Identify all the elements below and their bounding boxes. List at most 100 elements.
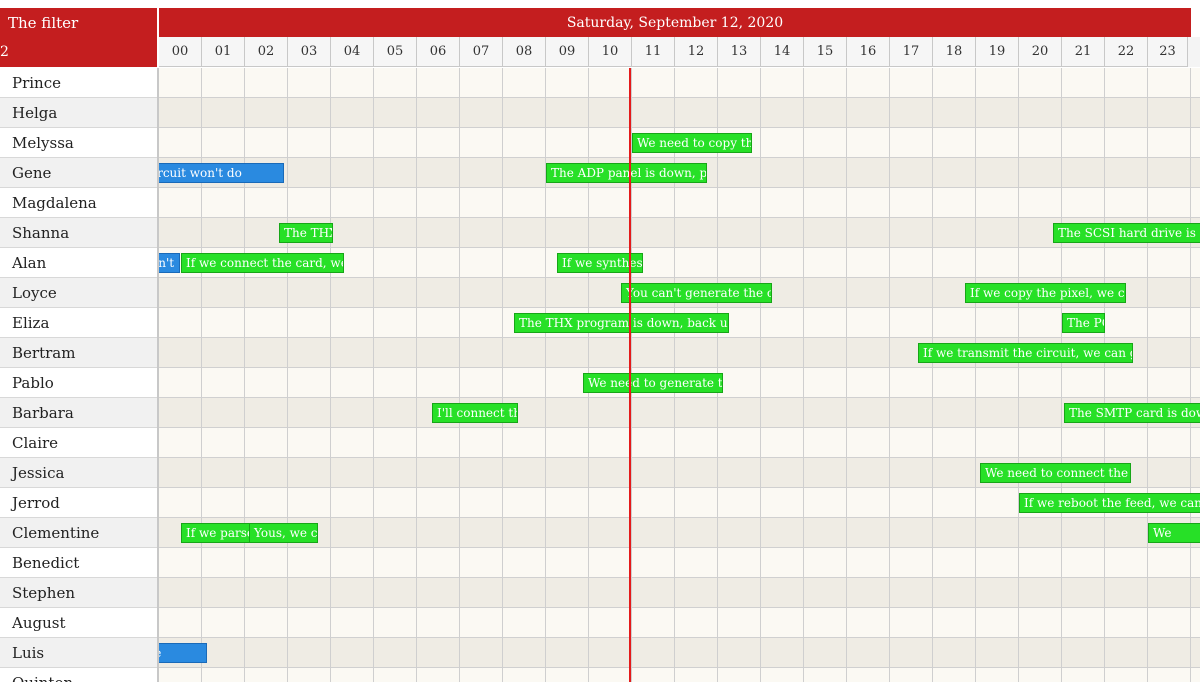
hour-gridline [932, 68, 933, 682]
timeline-row[interactable] [159, 668, 1200, 682]
resource-row[interactable]: Eliza [0, 308, 157, 338]
filter-label: The filter [8, 14, 79, 32]
event-block[interactable]: The SCSI hard drive is down [1053, 223, 1200, 243]
resource-row[interactable]: Claire [0, 428, 157, 458]
hour-header-cell: 01 [202, 37, 245, 67]
event-block[interactable]: We need to copy the [632, 133, 752, 153]
hour-header-cell: 18 [933, 37, 976, 67]
resource-row[interactable]: Magdalena [0, 188, 157, 218]
hour-header-cell: 06 [417, 37, 460, 67]
hour-gridline [803, 68, 804, 682]
resource-row[interactable]: Loyce [0, 278, 157, 308]
hour-header-cell: 08 [503, 37, 546, 67]
hour-header-cell: 16 [847, 37, 890, 67]
hour-header-cell: 03 [288, 37, 331, 67]
resource-row[interactable]: Clementine [0, 518, 157, 548]
hour-gridline [889, 68, 890, 682]
current-time-indicator [629, 68, 631, 682]
resource-row[interactable]: Jessica [0, 458, 157, 488]
timeline-row[interactable] [159, 98, 1200, 128]
resource-row[interactable]: Pablo [0, 368, 157, 398]
hour-header-cell: 20 [1019, 37, 1062, 67]
event-block[interactable]: The THX program is down, back up the [514, 313, 729, 333]
hour-gridline [760, 68, 761, 682]
resource-row[interactable]: August [0, 608, 157, 638]
hour-header-cell: 21 [1062, 37, 1105, 67]
event-block[interactable]: I'll connect the [432, 403, 518, 423]
date-header: Saturday, September 12, 2020 [159, 8, 1191, 37]
event-block[interactable]: If we reboot the feed, we can get to [1019, 493, 1200, 513]
event-block[interactable]: The PCI [1062, 313, 1105, 333]
resource-row[interactable]: Melyssa [0, 128, 157, 158]
hour-header-cell: 04 [331, 37, 374, 67]
event-block[interactable]: Yous, we can [249, 523, 318, 543]
resource-row[interactable]: Alan [0, 248, 157, 278]
resource-row[interactable]: Helga [0, 98, 157, 128]
event-block[interactable]: We need to connect the [980, 463, 1131, 483]
timeline-row[interactable] [159, 428, 1200, 458]
resource-row[interactable]: Gene [0, 158, 157, 188]
hour-header-cell: 07 [460, 37, 503, 67]
event-block[interactable]: ing the circuit won't do [159, 163, 284, 183]
hours-header: 00 01 02 03 04 05 06 07 08 09 10 11 12 13 14 15 16 17 18 19… [159, 37, 1200, 67]
hour-gridline [975, 68, 976, 682]
timeline-row[interactable] [159, 638, 1200, 668]
hour-gridline [416, 68, 417, 682]
resource-row[interactable]: Stephen [0, 578, 157, 608]
event-block[interactable]: If we connect the card, we can se [181, 253, 344, 273]
timeline-row[interactable] [159, 608, 1200, 638]
event-block[interactable]: We need to generate the [583, 373, 723, 393]
hour-header-cell: 10 [589, 37, 632, 67]
hour-gridline [244, 68, 245, 682]
resource-row[interactable]: Bertram [0, 338, 157, 368]
resource-row[interactable]: Barbara [0, 398, 157, 428]
timeline-row[interactable] [159, 398, 1200, 428]
hour-header-cell: 02 [245, 37, 288, 67]
hour-gridline [846, 68, 847, 682]
hour-header-cell: 13 [718, 37, 761, 67]
filter-input[interactable]: The filter [0, 8, 157, 67]
hour-header-cell: 11 [632, 37, 675, 67]
event-block[interactable]: You can't generate the circuit [621, 283, 772, 303]
hour-gridline [1061, 68, 1062, 682]
hour-header-cell: 23 [1148, 37, 1188, 67]
hour-header-cell: 05 [374, 37, 417, 67]
hour-header-cell: 19 [976, 37, 1019, 67]
filter-fragment: 2 [0, 44, 9, 60]
hour-gridline [502, 68, 503, 682]
timeline-grid[interactable]: We need to copy the ing the circuit won't… [159, 68, 1200, 682]
event-block[interactable]: If we parse th [181, 523, 250, 543]
resource-row[interactable]: Shanna [0, 218, 157, 248]
hour-gridline [287, 68, 288, 682]
hour-gridline [373, 68, 374, 682]
hour-gridline [545, 68, 546, 682]
hour-gridline [1147, 68, 1148, 682]
event-block[interactable]: on't [159, 253, 180, 273]
timeline-row[interactable] [159, 188, 1200, 218]
hour-header-cell: 17 [890, 37, 933, 67]
event-block[interactable]: The THX [279, 223, 333, 243]
event-block[interactable]: We [1148, 523, 1200, 543]
hour-header-cell: 00 [159, 37, 202, 67]
event-block[interactable]: The ADP panel is down, parse [546, 163, 707, 183]
resource-row[interactable]: Quinton [0, 668, 157, 682]
hour-gridline [459, 68, 460, 682]
event-block[interactable]: If we transmit the circuit, we can get t… [918, 343, 1133, 363]
resource-row[interactable]: Benedict [0, 548, 157, 578]
hour-header-cell: 14 [761, 37, 804, 67]
resource-row[interactable]: Luis [0, 638, 157, 668]
timeline-row[interactable] [159, 68, 1200, 98]
hour-gridline [330, 68, 331, 682]
hour-gridline [1018, 68, 1019, 682]
timeline-row[interactable] [159, 548, 1200, 578]
timeline-row[interactable] [159, 578, 1200, 608]
resource-list: Prince Helga Melyssa Gene Magdalena Shanna Ala… [0, 68, 159, 682]
event-block[interactable]: ecting the [159, 643, 207, 663]
hour-header-cell: 15 [804, 37, 847, 67]
resource-row[interactable]: Jerrod [0, 488, 157, 518]
event-block[interactable]: The SMTP card is down, [1064, 403, 1200, 423]
resource-row[interactable]: Prince [0, 68, 157, 98]
hour-header-cell: 22 [1105, 37, 1148, 67]
event-block[interactable]: If we copy the pixel, we can get [965, 283, 1126, 303]
scheduler: The filter 2 Saturday, September 12, 202… [0, 0, 1200, 682]
